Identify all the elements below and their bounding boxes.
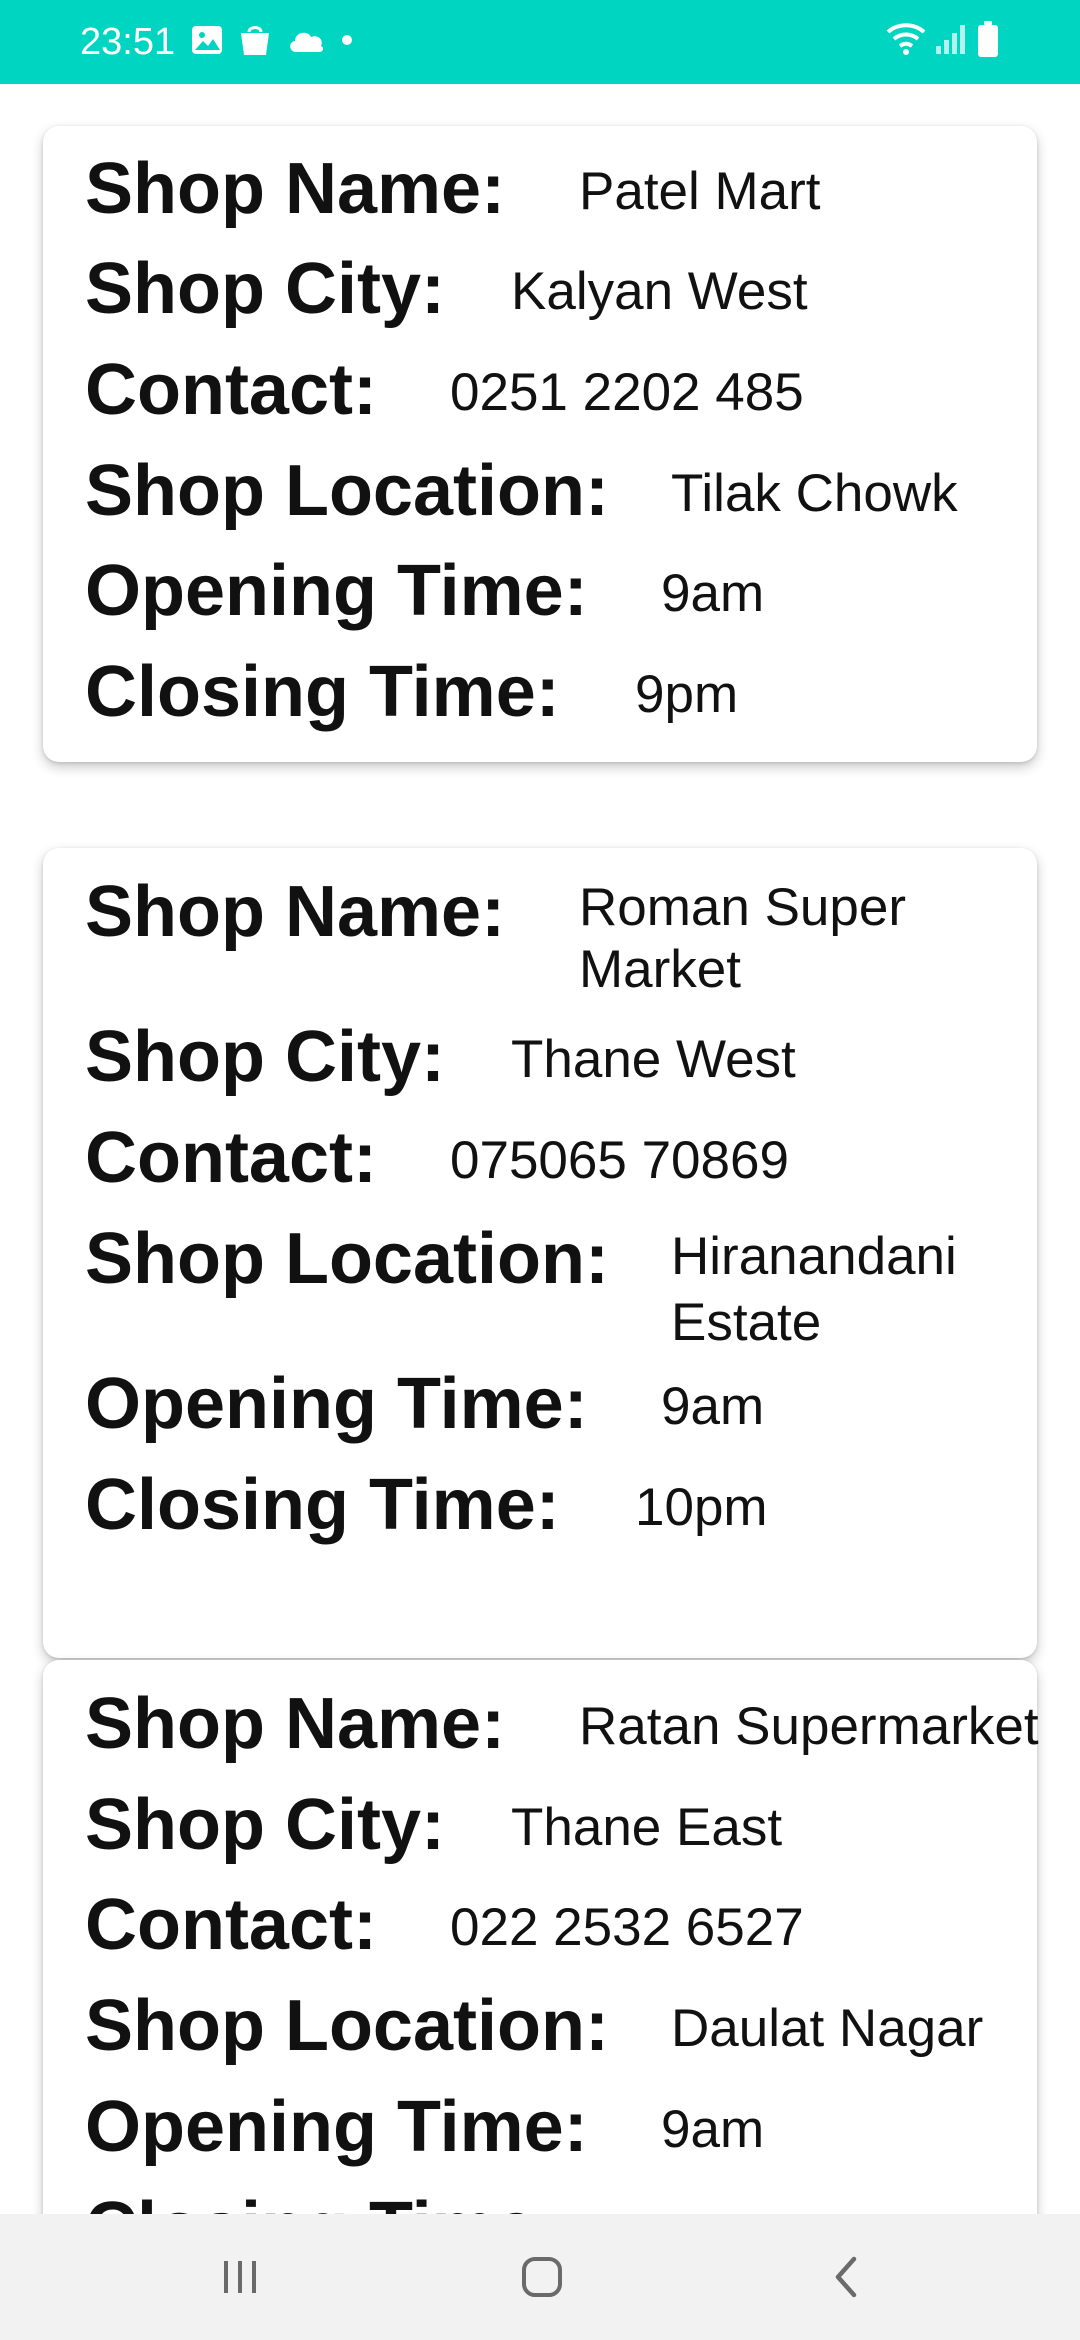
shop-card[interactable]: Shop Name: Patel Mart Shop City: Kalyan … [43, 126, 1037, 762]
signal-icon [934, 22, 968, 56]
shop-city-label: Shop City: [85, 249, 445, 329]
shop-location-value: Tilak Chowk [671, 464, 958, 523]
shop-location-row: Shop Location: Tilak Chowk [85, 446, 1037, 536]
contact-row: Contact: 0251 2202 485 [85, 345, 1037, 435]
contact-value: 022 2532 6527 [450, 1898, 804, 1957]
contact-label: Contact: [85, 1118, 377, 1198]
closing-time-label: Closing Time: [85, 652, 560, 732]
wifi-icon [886, 22, 926, 56]
contact-label: Contact: [85, 350, 377, 430]
shop-location-label: Shop Location: [85, 451, 609, 531]
dot-icon [340, 33, 354, 47]
closing-time-label: Closing Time: [85, 2183, 560, 2214]
shop-city-row: Shop City: Thane West [85, 1012, 1037, 1102]
contact-value: 075065 70869 [450, 1131, 789, 1190]
shop-location-label: Shop Location: [85, 1986, 609, 2066]
contact-value: 0251 2202 485 [450, 363, 804, 422]
opening-time-row: Opening Time: 9am [85, 2082, 1037, 2172]
contact-row: Contact: 075065 70869 [85, 1113, 1037, 1203]
battery-icon [976, 20, 1000, 58]
closing-time-value: 10pm [635, 1478, 768, 1537]
opening-time-label: Opening Time: [85, 2087, 588, 2167]
shop-name-value: Ratan Supermarket [579, 1697, 1039, 1756]
notification-icons [190, 22, 354, 58]
opening-time-label: Opening Time: [85, 551, 588, 631]
image-icon [190, 23, 224, 57]
closing-time-row: Closing Time: 10pm [85, 1460, 1037, 1550]
cloud-icon [286, 26, 326, 54]
shop-name-value: Roman Super Market [579, 878, 907, 999]
closing-time-value: 9pm [635, 665, 739, 724]
system-icons [886, 20, 1000, 58]
status-time: 23:51 [80, 21, 176, 63]
shop-city-value: Thane West [511, 1030, 796, 1089]
shop-name-label: Shop Name: [85, 872, 506, 952]
shop-list[interactable]: Shop Name: Patel Mart Shop City: Kalyan … [0, 84, 1080, 2214]
contact-label: Contact: [85, 1885, 377, 1965]
shop-location-row: Shop Location: Daulat Nagar [85, 1981, 1037, 2071]
shop-location-label: Shop Location: [85, 1219, 609, 1299]
shop-name-label: Shop Name: [85, 149, 506, 229]
opening-time-label: Opening Time: [85, 1364, 588, 1444]
shop-city-value: Kalyan West [511, 262, 808, 321]
shop-location-row: Shop Location: Hiranandani Estate [85, 1214, 1037, 1352]
closing-time-row: Closing Time: 9pm [85, 647, 1037, 737]
shop-city-label: Shop City: [85, 1017, 445, 1097]
shop-location-value: Daulat Nagar [671, 1999, 984, 2058]
shop-name-row: Shop Name: Patel Mart [85, 144, 1037, 234]
back-icon [835, 2256, 857, 2298]
opening-time-row: Opening Time: 9am [85, 1359, 1037, 1449]
contact-row: Contact: 022 2532 6527 [85, 1880, 1037, 1970]
home-button[interactable] [502, 2244, 582, 2310]
closing-time-label: Closing Time: [85, 1465, 560, 1545]
back-button[interactable] [806, 2244, 886, 2310]
shop-card[interactable]: Shop Name: Roman Super Market Shop City:… [43, 848, 1037, 1658]
navigation-bar [0, 2214, 1080, 2340]
shop-city-row: Shop City: Thane East [85, 1780, 1037, 1870]
shop-name-row: Shop Name: Ratan Supermarket [85, 1679, 1039, 1769]
shop-name-value: Patel Mart [579, 162, 821, 221]
shop-city-value: Thane East [511, 1798, 783, 1857]
shop-card[interactable]: Shop Name: Ratan Supermarket Shop City: … [43, 1660, 1039, 2214]
opening-time-value: 9am [661, 1377, 765, 1436]
shop-location-value: Hiranandani Estate [671, 1227, 957, 1352]
shop-city-label: Shop City: [85, 1785, 445, 1865]
shop-name-label: Shop Name: [85, 1684, 506, 1764]
opening-time-row: Opening Time: 9am [85, 546, 1037, 636]
home-icon [522, 2257, 562, 2297]
recent-apps-button[interactable] [200, 2244, 280, 2310]
closing-time-row: Closing Time: [85, 2183, 1037, 2214]
status-bar: 23:51 [0, 0, 1080, 84]
shopping-bag-icon [238, 22, 272, 58]
shop-name-row: Shop Name: Roman Super Market [85, 867, 1037, 999]
opening-time-value: 9am [661, 564, 765, 623]
opening-time-value: 9am [661, 2100, 765, 2159]
shop-city-row: Shop City: Kalyan West [85, 244, 1037, 334]
recent-apps-icon [224, 2261, 256, 2293]
